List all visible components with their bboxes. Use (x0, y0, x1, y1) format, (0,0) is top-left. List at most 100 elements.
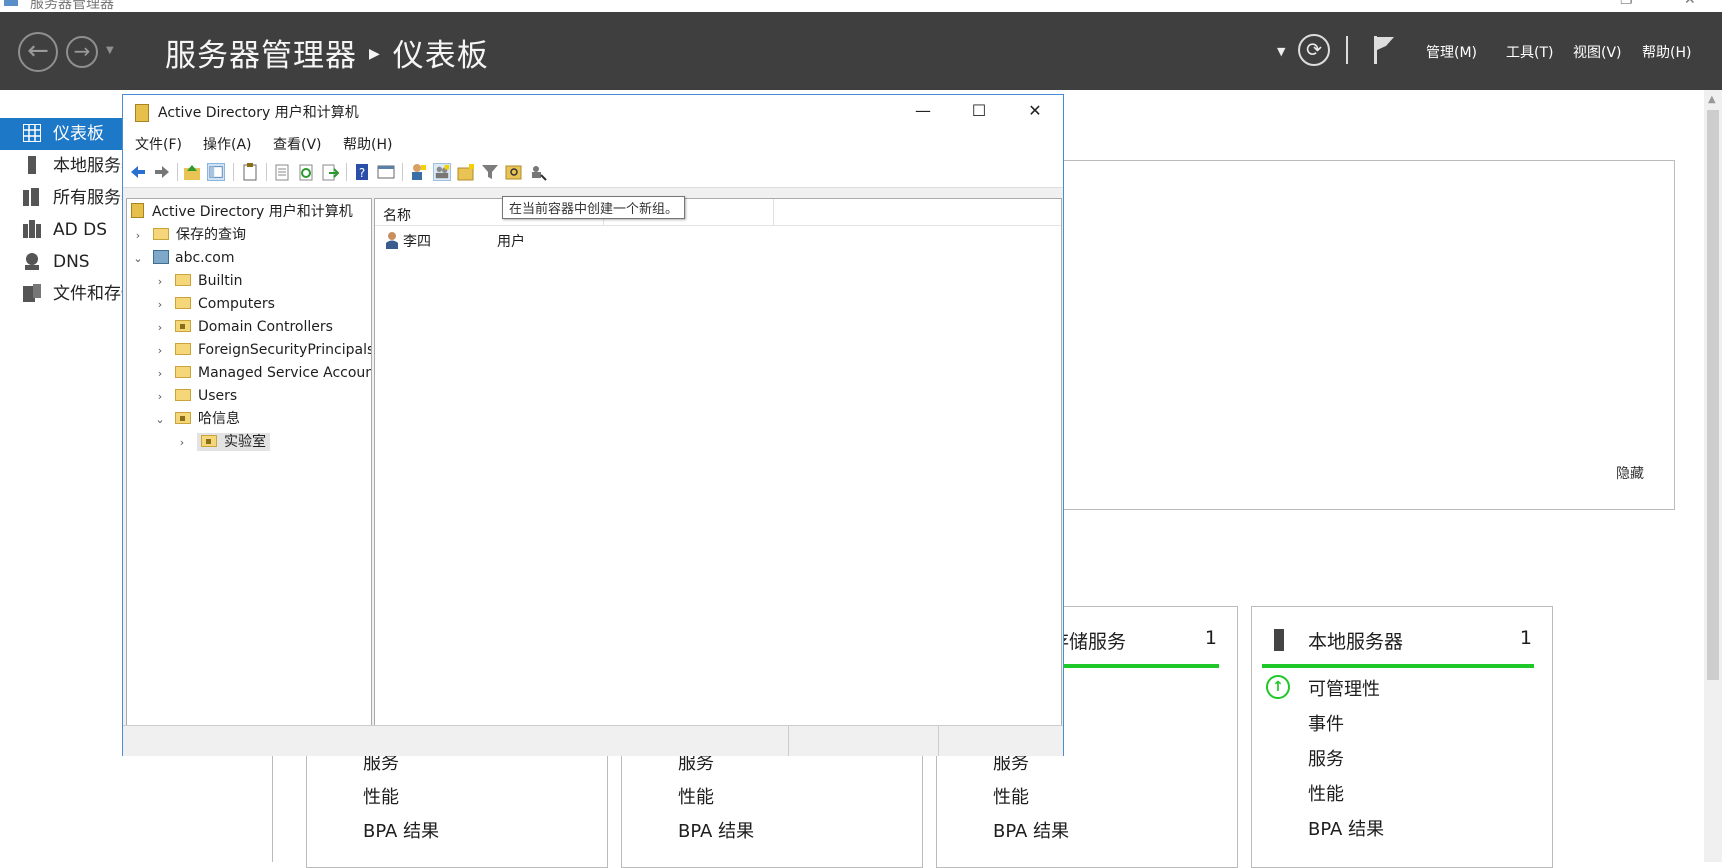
expand-icon[interactable]: › (153, 340, 167, 362)
header-dropdown-icon[interactable]: ▼ (1277, 45, 1285, 58)
tile-row[interactable]: 服务 (1308, 745, 1344, 771)
tree-label: 哈信息 (198, 411, 240, 427)
tree-ou-lab[interactable]: › 实验室 (175, 431, 270, 453)
tree-foreign-security-principals[interactable]: › ForeignSecurityPrincipals (153, 339, 371, 362)
scrollbar-thumb[interactable] (1707, 110, 1719, 680)
action-pane-icon[interactable] (377, 163, 395, 181)
collapse-icon[interactable]: ⌄ (153, 409, 167, 431)
nav-item-file-storage[interactable]: 文件和存储服务 (0, 278, 123, 310)
expand-icon[interactable]: › (153, 294, 167, 316)
expand-icon[interactable]: › (131, 225, 145, 247)
maximize-button[interactable]: ☐ (951, 95, 1007, 127)
tree-ou-haxinxi[interactable]: ⌄ 哈信息 (153, 408, 240, 430)
new-group-icon[interactable] (433, 163, 451, 181)
tree-label: Active Directory 用户和计算机 (152, 204, 353, 220)
menu-tools[interactable]: 工具(T) (1506, 42, 1553, 62)
tile-row[interactable]: BPA 结果 (1308, 815, 1384, 841)
list-item[interactable]: 李四 用户 (375, 229, 1061, 251)
tile-row[interactable]: BPA 结果 (678, 817, 754, 843)
tile-row[interactable]: 可管理性 (1308, 675, 1380, 701)
expand-icon[interactable]: › (153, 386, 167, 408)
back-arrow-icon[interactable] (129, 163, 147, 181)
tree-domain[interactable]: ⌄ abc.com (131, 247, 235, 269)
tree-label: Builtin (198, 273, 243, 289)
menu-view[interactable]: 查看(V) (273, 134, 322, 154)
menu-help[interactable]: 帮助(H) (343, 134, 392, 154)
tree-computers[interactable]: › Computers (153, 293, 275, 315)
nav-item-local-server[interactable]: 本地服务器 (0, 150, 123, 182)
close-icon[interactable]: ✕ (1684, 0, 1696, 8)
toolbar-separator (233, 163, 234, 181)
nav-item-dashboard[interactable]: 仪表板 (0, 118, 123, 150)
clipboard-icon[interactable] (241, 163, 259, 181)
column-name[interactable]: 名称 (383, 205, 411, 225)
close-button[interactable]: ✕ (1007, 95, 1063, 127)
menu-view[interactable]: 视图(V) (1573, 42, 1622, 62)
local-server-tile[interactable]: 本地服务器 1 ↑ 可管理性 事件 服务 性能 BPA 结果 (1251, 606, 1553, 868)
tree-domain-controllers[interactable]: › Domain Controllers (153, 316, 333, 338)
collapse-icon[interactable]: ⌄ (131, 248, 145, 270)
tile-row[interactable]: 事件 (1308, 710, 1344, 736)
export-list-icon[interactable] (321, 163, 339, 181)
new-user-icon[interactable] (409, 163, 427, 181)
back-button[interactable]: ← (18, 32, 58, 72)
properties-icon[interactable] (273, 163, 291, 181)
tile-row[interactable]: BPA 结果 (363, 817, 439, 843)
details-list[interactable]: 名称 李四 用户 (374, 198, 1062, 747)
up-folder-icon[interactable] (183, 163, 201, 181)
new-ou-icon[interactable] (457, 163, 475, 181)
expand-icon[interactable]: › (153, 271, 167, 293)
folder-icon (175, 274, 191, 286)
tree-users[interactable]: › Users (153, 385, 237, 407)
history-dropdown-icon[interactable]: ▼ (106, 45, 114, 56)
console-tree[interactable]: Active Directory 用户和计算机 › 保存的查询 ⌄ abc.com … (126, 198, 372, 728)
refresh-button[interactable]: ⟳ (1298, 34, 1330, 66)
tree-saved-queries[interactable]: › 保存的查询 (131, 224, 246, 246)
tile-row[interactable]: BPA 结果 (993, 817, 1069, 843)
menu-action[interactable]: 操作(A) (203, 134, 252, 154)
tree-managed-service-accounts[interactable]: › Managed Service Accounts (153, 362, 372, 385)
filter-icon[interactable] (481, 163, 499, 181)
notifications-flag-icon[interactable] (1372, 34, 1396, 66)
menu-manage[interactable]: 管理(M) (1426, 42, 1477, 62)
status-divider (938, 726, 939, 756)
find-icon[interactable] (505, 163, 523, 181)
domain-icon (153, 250, 169, 264)
hide-link[interactable]: 隐藏 (1616, 463, 1644, 483)
tile-title[interactable]: 本地服务器 (1308, 627, 1403, 654)
nav-item-ad-ds[interactable]: AD DS (0, 214, 123, 246)
restore-icon[interactable]: ❐ (1620, 0, 1633, 8)
folder-icon (175, 297, 191, 309)
expand-icon[interactable]: › (153, 317, 167, 339)
breadcrumb-app[interactable]: 服务器管理器 (165, 38, 357, 74)
tree-root[interactable]: Active Directory 用户和计算机 (131, 201, 353, 223)
tree-builtin[interactable]: › Builtin (153, 270, 243, 292)
refresh-icon[interactable] (297, 163, 315, 181)
scroll-up-icon[interactable]: ▲ (1708, 94, 1716, 105)
column-divider[interactable] (773, 199, 774, 225)
tree-label: Managed Service Accounts (198, 365, 372, 381)
forward-button[interactable]: → (66, 36, 98, 68)
show-console-tree-icon[interactable] (207, 163, 225, 181)
forward-arrow-icon[interactable] (153, 163, 171, 181)
tile-row[interactable]: 性能 (993, 783, 1029, 809)
ad-title-bar[interactable]: Active Directory 用户和计算机 — ☐ ✕ (123, 95, 1063, 127)
expand-icon[interactable]: › (175, 432, 189, 454)
expand-icon[interactable]: › (153, 363, 167, 385)
nav-item-all-servers[interactable]: 所有服务器 (0, 182, 123, 214)
tile-row[interactable]: 性能 (363, 783, 399, 809)
minimize-button[interactable]: — (895, 95, 951, 127)
nav-item-dns[interactable]: DNS (0, 246, 123, 278)
nav-label: 仪表板 (53, 124, 104, 144)
help-icon[interactable]: ? (353, 163, 371, 181)
tile-row[interactable]: 性能 (678, 783, 714, 809)
nav-label: AD DS (53, 220, 108, 240)
ad-users-computers-window[interactable]: Active Directory 用户和计算机 — ☐ ✕ 文件(F) 操作(A… (122, 94, 1064, 756)
ad-menu-bar: 文件(F) 操作(A) 查看(V) 帮助(H) (123, 127, 1063, 157)
menu-file[interactable]: 文件(F) (135, 134, 182, 154)
tile-count: 1 (1519, 627, 1532, 649)
outer-vertical-scrollbar[interactable]: ▲ (1704, 90, 1722, 862)
menu-help[interactable]: 帮助(H) (1642, 42, 1691, 62)
tile-row[interactable]: 性能 (1308, 780, 1344, 806)
add-to-group-icon[interactable] (529, 163, 547, 181)
